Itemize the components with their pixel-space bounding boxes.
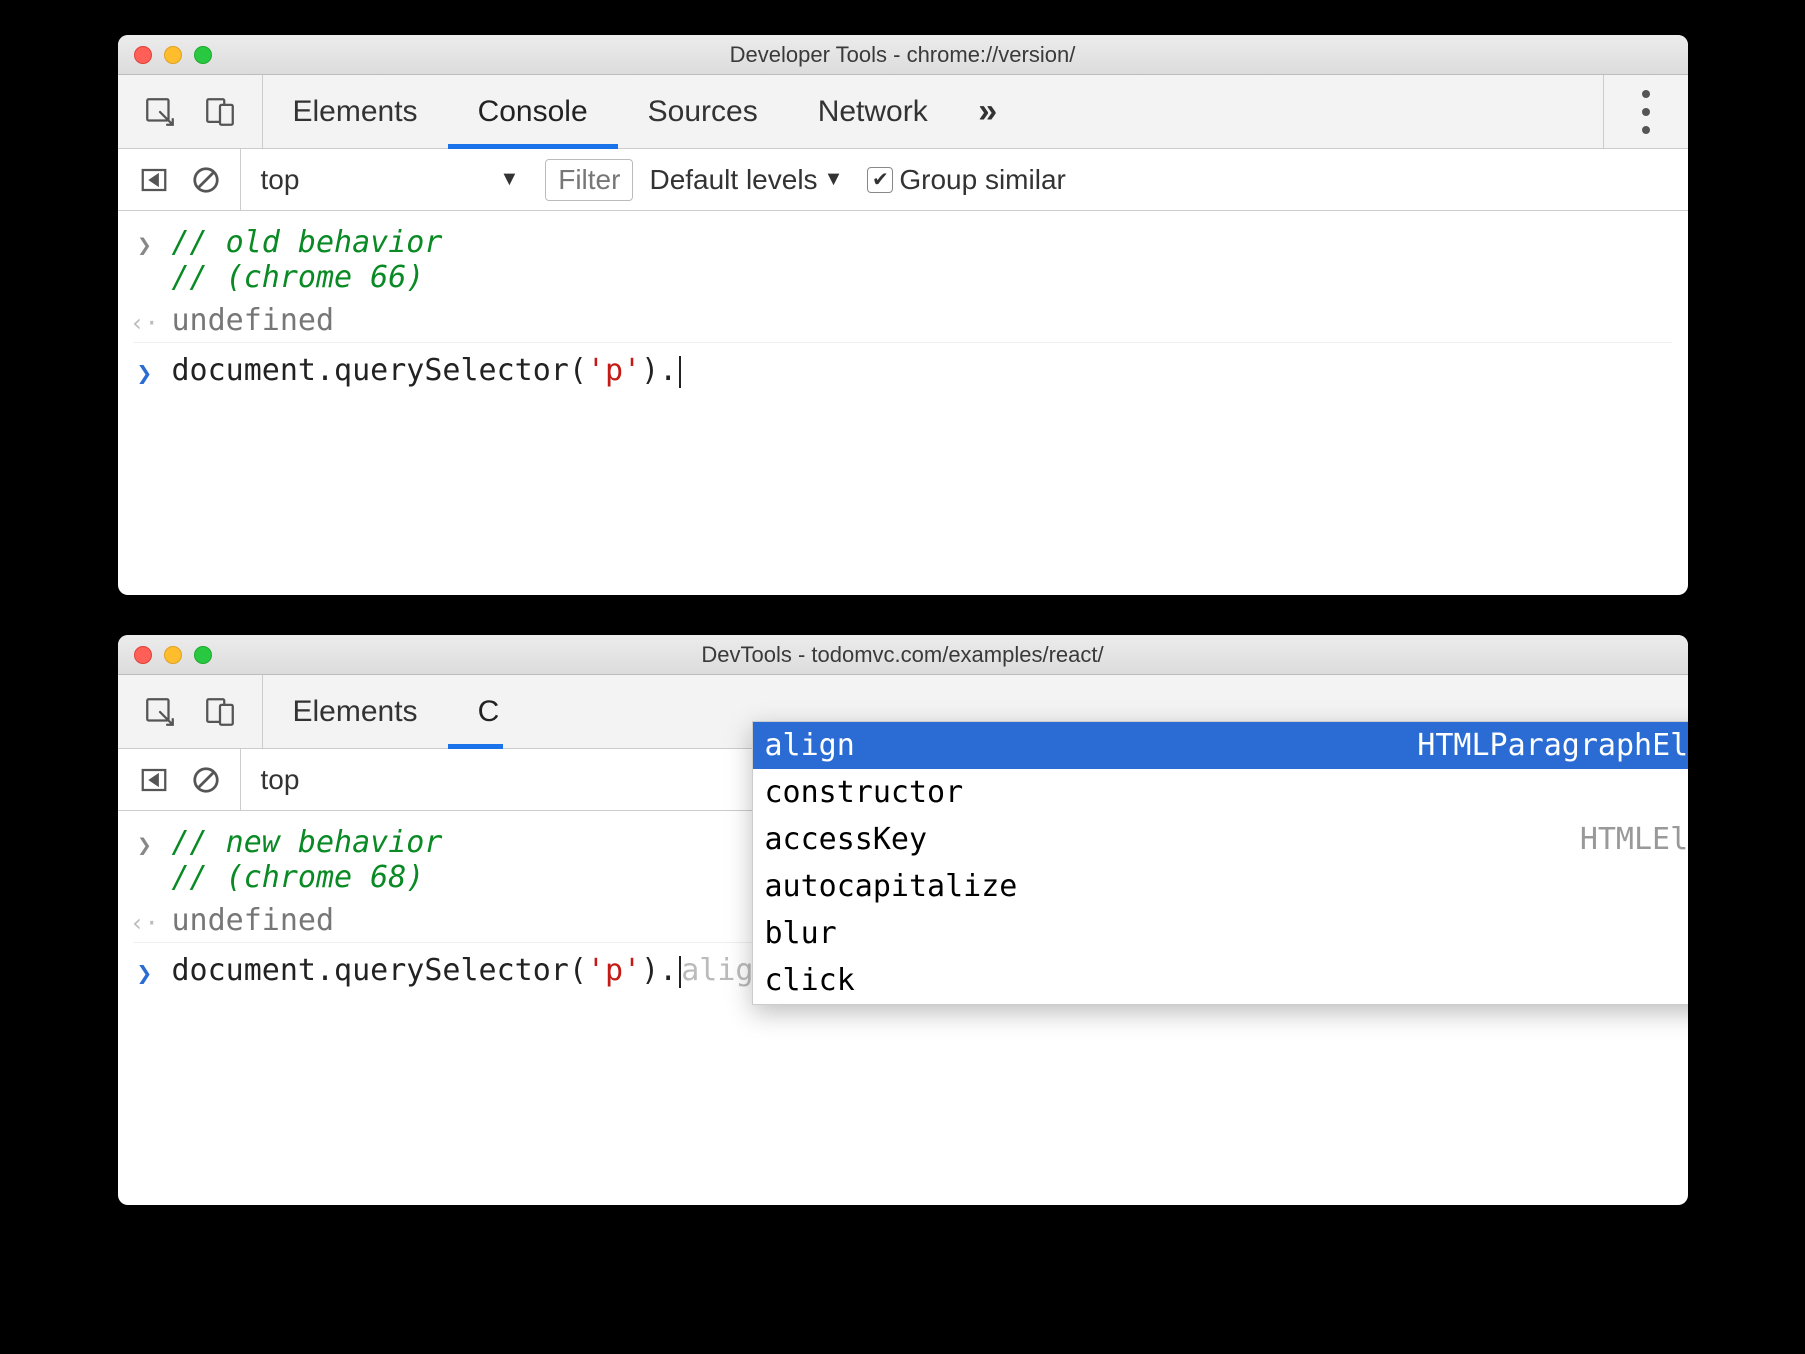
kebab-menu-icon[interactable]: [1624, 85, 1668, 139]
tabs-overflow-icon[interactable]: »: [958, 75, 1018, 148]
inspect-icon[interactable]: [142, 94, 178, 130]
prompt-chevron-icon: ❯: [134, 953, 156, 989]
result-value: undefined: [172, 903, 335, 938]
text-cursor: [679, 356, 681, 388]
device-icon[interactable]: [202, 694, 238, 730]
traffic-lights: [134, 46, 212, 64]
window-title: DevTools - todomvc.com/examples/react/: [134, 642, 1672, 668]
ac-label: accessKey: [765, 822, 928, 857]
tab-sources[interactable]: Sources: [618, 75, 788, 148]
context-label: top: [261, 764, 300, 796]
panel-tabs: Elements Console Sources Network »: [263, 75, 1018, 148]
autocomplete-item[interactable]: click: [753, 957, 1688, 1004]
ac-label: click: [765, 963, 855, 998]
code-string: 'p': [587, 953, 641, 988]
code-text: ).: [641, 353, 677, 388]
sidebar-toggle-icon[interactable]: [136, 162, 172, 198]
comment-line: // old behavior: [172, 225, 443, 260]
minimize-icon[interactable]: [164, 646, 182, 664]
tab-label-partial: C: [478, 695, 500, 729]
dropdown-icon: ▼: [824, 168, 844, 191]
group-label: Group similar: [899, 164, 1065, 196]
autocomplete-item[interactable]: align HTMLParagraphElement: [753, 722, 1688, 769]
levels-label: Default levels: [649, 164, 817, 196]
autocomplete-item[interactable]: blur: [753, 910, 1688, 957]
close-icon[interactable]: [134, 646, 152, 664]
autocomplete-item[interactable]: accessKey HTMLElement: [753, 816, 1688, 863]
traffic-lights: [134, 646, 212, 664]
zoom-icon[interactable]: [194, 646, 212, 664]
dropdown-icon: ▼: [499, 168, 519, 191]
tab-console-partial[interactable]: C: [448, 675, 504, 748]
comment-line: // (chrome 66): [172, 260, 443, 295]
devtools-window-old: Developer Tools - chrome://version/ Elem…: [118, 35, 1688, 595]
ac-type: HTMLParagraphElement: [1417, 728, 1687, 763]
zoom-icon[interactable]: [194, 46, 212, 64]
comment-line: // new behavior: [172, 825, 443, 860]
clear-console-icon[interactable]: [188, 762, 224, 798]
titlebar: Developer Tools - chrome://version/: [118, 35, 1688, 75]
prompt-chevron-icon: ❯: [134, 353, 156, 389]
tab-elements[interactable]: Elements: [263, 675, 448, 748]
ac-label: blur: [765, 916, 837, 951]
code-text: document.querySelector(: [172, 953, 587, 988]
ac-label: align: [765, 728, 855, 763]
window-title: Developer Tools - chrome://version/: [134, 42, 1672, 68]
input-chevron-icon: ❯: [134, 225, 156, 259]
titlebar: DevTools - todomvc.com/examples/react/: [118, 635, 1688, 675]
tab-network[interactable]: Network: [788, 75, 958, 148]
result-chevron-icon: ‹·: [134, 903, 156, 937]
context-label: top: [261, 164, 300, 196]
autocomplete-popup[interactable]: align HTMLParagraphElement constructor a…: [752, 721, 1688, 1005]
devtools-window-new: DevTools - todomvc.com/examples/react/ E…: [118, 635, 1688, 1205]
console-body: ❯ // old behavior // (chrome 66) ‹· unde…: [118, 211, 1688, 417]
console-body: ❯ // new behavior // (chrome 68) ‹· unde…: [118, 811, 1688, 1017]
result-chevron-icon: ‹·: [134, 303, 156, 337]
comment-line: // (chrome 68): [172, 860, 443, 895]
input-chevron-icon: ❯: [134, 825, 156, 859]
code-text: ).: [641, 953, 677, 988]
toolbar-icons: [118, 75, 263, 148]
prompt-code[interactable]: document.querySelector('p').align: [172, 953, 772, 988]
inspect-icon[interactable]: [142, 694, 178, 730]
toolbar-icons: [118, 675, 263, 748]
main-toolbar: Elements Console Sources Network »: [118, 75, 1688, 149]
device-icon[interactable]: [202, 94, 238, 130]
tab-elements[interactable]: Elements: [263, 75, 448, 148]
context-selector[interactable]: top ▼: [240, 149, 530, 210]
console-prompt-row[interactable]: ❯ document.querySelector('p').: [134, 342, 1672, 393]
context-selector[interactable]: top: [240, 749, 310, 810]
autocomplete-item[interactable]: constructor: [753, 769, 1688, 816]
console-input-row: ❯ // old behavior // (chrome 66): [134, 221, 1672, 299]
sidebar-toggle-icon[interactable]: [136, 762, 172, 798]
console-result-row: ‹· undefined: [134, 299, 1672, 342]
tab-console[interactable]: Console: [448, 75, 618, 148]
console-subbar: top ▼ Filter Default levels ▼ ✔ Group si…: [118, 149, 1688, 211]
code-string: 'p': [587, 353, 641, 388]
filter-input[interactable]: Filter: [545, 159, 633, 201]
checkbox-checked-icon[interactable]: ✔: [867, 167, 893, 193]
close-icon[interactable]: [134, 46, 152, 64]
ac-label: constructor: [765, 775, 964, 810]
result-value: undefined: [172, 303, 335, 338]
panel-tabs: Elements C: [263, 675, 504, 748]
clear-console-icon[interactable]: [188, 162, 224, 198]
minimize-icon[interactable]: [164, 46, 182, 64]
autocomplete-item[interactable]: autocapitalize: [753, 863, 1688, 910]
code-text: document.querySelector(: [172, 353, 587, 388]
ac-label: autocapitalize: [765, 869, 1018, 904]
prompt-code[interactable]: document.querySelector('p').: [172, 353, 682, 388]
levels-dropdown[interactable]: Default levels ▼: [649, 164, 843, 196]
group-similar-toggle[interactable]: ✔ Group similar: [867, 164, 1065, 196]
toolbar-right: [1603, 75, 1688, 148]
ac-type: HTMLElement: [1580, 822, 1688, 857]
